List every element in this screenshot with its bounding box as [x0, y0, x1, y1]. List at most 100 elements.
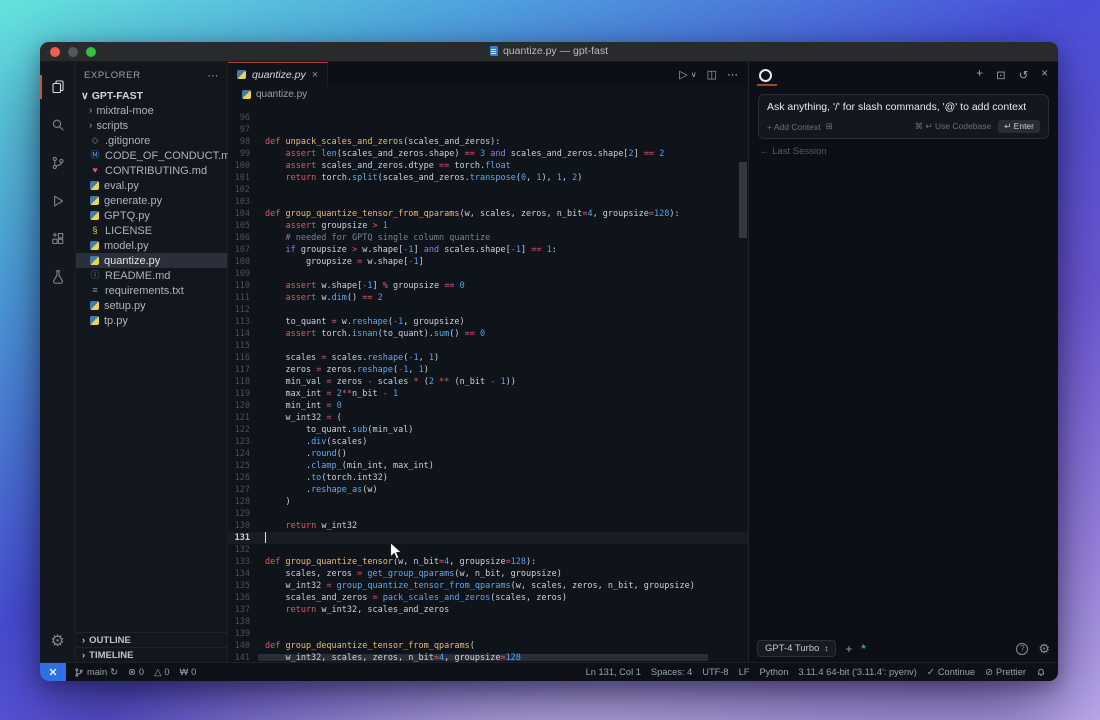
status-notifications[interactable] — [1036, 667, 1046, 677]
settings-gear-icon[interactable]: ⚙ — [50, 626, 64, 656]
tree-item-gptq-py[interactable]: GPTQ.py — [76, 208, 227, 223]
status-prettier[interactable]: ⊘Prettier — [985, 667, 1026, 678]
code-line-125[interactable]: 125 .clamp_(min_int, max_int) — [228, 460, 748, 472]
code-line-117[interactable]: 117 zeros = zeros.reshape(-1, 1) — [228, 364, 748, 376]
code-line-122[interactable]: 122 to_quant.sub(min_val) — [228, 424, 748, 436]
explorer-icon[interactable] — [40, 68, 76, 106]
tree-item-tp-py[interactable]: tp.py — [76, 313, 227, 328]
status-eol[interactable]: LF — [739, 667, 750, 677]
code-line-138[interactable]: 138 — [228, 616, 748, 628]
code-line-112[interactable]: 112 — [228, 304, 748, 316]
code-line-115[interactable]: 115 — [228, 340, 748, 352]
continue-logo-icon[interactable] — [759, 69, 772, 82]
tree-item-setup-py[interactable]: setup.py — [76, 298, 227, 313]
code-line-130[interactable]: 130 return w_int32 — [228, 520, 748, 532]
tree-item-mixtral-moe[interactable]: ›mixtral-moe — [76, 103, 227, 118]
tree-item-eval-py[interactable]: eval.py — [76, 178, 227, 193]
status-python-interpreter[interactable]: 3.11.4 64-bit ('3.11.4': pyenv) — [798, 667, 916, 677]
code-line-103[interactable]: 103 — [228, 196, 748, 208]
outline-section[interactable]: › OUTLINE — [76, 632, 227, 647]
help-icon[interactable]: ? — [1016, 643, 1028, 655]
chevron-down-icon[interactable]: ∨ — [691, 70, 697, 79]
code-line-128[interactable]: 128 ) — [228, 496, 748, 508]
panel-settings-icon[interactable]: ⚙ — [1038, 641, 1050, 657]
status-ports[interactable]: ₩0 — [180, 667, 197, 677]
tree-item-requirements-txt[interactable]: ≡requirements.txt — [76, 283, 227, 298]
code-line-98[interactable]: 98def unpack_scales_and_zeros(scales_and… — [228, 136, 748, 148]
more-actions-icon[interactable]: ⋯ — [727, 68, 738, 81]
run-debug-icon[interactable] — [40, 182, 76, 220]
add-context-button[interactable]: + Add Context — [767, 122, 821, 132]
code-line-104[interactable]: 104def group_quantize_tensor_from_qparam… — [228, 208, 748, 220]
code-editor[interactable]: 969798def unpack_scales_and_zeros(scales… — [228, 102, 748, 662]
code-line-109[interactable]: 109 — [228, 268, 748, 280]
add-model-button[interactable]: + — [842, 642, 855, 656]
code-line-129[interactable]: 129 — [228, 508, 748, 520]
status-indentation[interactable]: Spaces: 4 — [651, 667, 692, 677]
code-line-137[interactable]: 137 return w_int32, scales_and_zeros — [228, 604, 748, 616]
code-line-107[interactable]: 107 if groupsize > w.shape[-1] and scale… — [228, 244, 748, 256]
attach-icon[interactable]: ⊞ — [826, 121, 833, 132]
tree-item-generate-py[interactable]: generate.py — [76, 193, 227, 208]
code-line-136[interactable]: 136 scales_and_zeros = pack_scales_and_z… — [228, 592, 748, 604]
code-line-127[interactable]: 127 .reshape_as(w) — [228, 484, 748, 496]
maximize-icon[interactable]: ⊡ — [996, 68, 1006, 82]
close-tab-icon[interactable]: × — [312, 69, 318, 81]
code-line-99[interactable]: 99 assert len(scales_and_zeros.shape) ==… — [228, 148, 748, 160]
code-line-124[interactable]: 124 .round() — [228, 448, 748, 460]
split-editor-icon[interactable]: ◫ — [707, 68, 717, 81]
tree-root-gpt-fast[interactable]: ∨ GPT-FAST — [76, 88, 227, 103]
vertical-scrollbar[interactable] — [739, 162, 747, 238]
use-codebase-hint[interactable]: ⌘ ↵ Use Codebase — [915, 121, 992, 132]
history-icon[interactable]: ↺ — [1019, 68, 1029, 82]
testing-icon[interactable] — [40, 258, 76, 296]
code-line-116[interactable]: 116 scales = scales.reshape(-1, 1) — [228, 352, 748, 364]
code-line-114[interactable]: 114 assert torch.isnan(to_quant).sum() =… — [228, 328, 748, 340]
last-session-link[interactable]: ← Last Session — [760, 146, 1058, 157]
code-line-119[interactable]: 119 max_int = 2**n_bit - 1 — [228, 388, 748, 400]
timeline-section[interactable]: › TIMELINE — [76, 647, 227, 662]
explorer-more-actions-icon[interactable]: ⋯ — [207, 69, 219, 82]
tree-item-quantize-py[interactable]: quantize.py — [76, 253, 227, 268]
model-selector[interactable]: GPT-4 Turbo ↕ — [757, 640, 836, 657]
tree-item-contributing-md[interactable]: ♥CONTRIBUTING.md — [76, 163, 227, 178]
code-line-120[interactable]: 120 min_int = 0 — [228, 400, 748, 412]
enter-button[interactable]: ↵ Enter — [998, 120, 1040, 133]
status-language-mode[interactable]: Python — [759, 667, 788, 677]
run-icon[interactable]: ▷ — [679, 68, 687, 81]
status-encoding[interactable]: UTF-8 — [702, 667, 728, 677]
plus-icon[interactable]: + — [976, 68, 983, 82]
code-line-126[interactable]: 126 .to(torch.int32) — [228, 472, 748, 484]
code-line-133[interactable]: 133def group_quantize_tensor(w, n_bit=4,… — [228, 556, 748, 568]
code-line-96[interactable]: 96 — [228, 112, 748, 124]
tree-item-license[interactable]: §LICENSE — [76, 223, 227, 238]
code-line-110[interactable]: 110 assert w.shape[-1] % groupsize == 0 — [228, 280, 748, 292]
code-line-121[interactable]: 121 w_int32 = ( — [228, 412, 748, 424]
breadcrumb[interactable]: quantize.py — [228, 86, 748, 102]
extensions-icon[interactable] — [40, 220, 76, 258]
remote-indicator[interactable] — [40, 663, 66, 681]
code-line-134[interactable]: 134 scales, zeros = get_group_qparams(w,… — [228, 568, 748, 580]
code-line-139[interactable]: 139 — [228, 628, 748, 640]
chat-input[interactable]: Ask anything, '/' for slash commands, '@… — [758, 94, 1049, 139]
status-continue-extension[interactable]: ✓Continue — [927, 667, 975, 678]
code-line-111[interactable]: 111 assert w.dim() == 2 — [228, 292, 748, 304]
status-warnings[interactable]: △0 — [154, 667, 169, 678]
code-line-101[interactable]: 101 return torch.split(scales_and_zeros.… — [228, 172, 748, 184]
status-errors[interactable]: ⊗0 — [128, 667, 144, 678]
close-icon[interactable]: × — [1041, 68, 1048, 82]
source-control-icon[interactable] — [40, 144, 76, 182]
tree-item-model-py[interactable]: model.py — [76, 238, 227, 253]
code-line-97[interactable]: 97 — [228, 124, 748, 136]
tree-item-scripts[interactable]: ›scripts — [76, 118, 227, 133]
tree-item--gitignore[interactable]: ◇.gitignore — [76, 133, 227, 148]
code-line-113[interactable]: 113 to_quant = w.reshape(-1, groupsize) — [228, 316, 748, 328]
tree-item-readme-md[interactable]: ⓘREADME.md — [76, 268, 227, 283]
code-line-105[interactable]: 105 assert groupsize > 1 — [228, 220, 748, 232]
search-icon[interactable] — [40, 106, 76, 144]
tab-quantize-py[interactable]: quantize.py × — [228, 62, 328, 86]
status-git-branch[interactable]: main↻ — [74, 667, 118, 678]
code-line-106[interactable]: 106 # needed for GPTQ single column quan… — [228, 232, 748, 244]
tree-item-code-of-conduct-md[interactable]: ⓂCODE_OF_CONDUCT.md — [76, 148, 227, 163]
code-line-132[interactable]: 132 — [228, 544, 748, 556]
